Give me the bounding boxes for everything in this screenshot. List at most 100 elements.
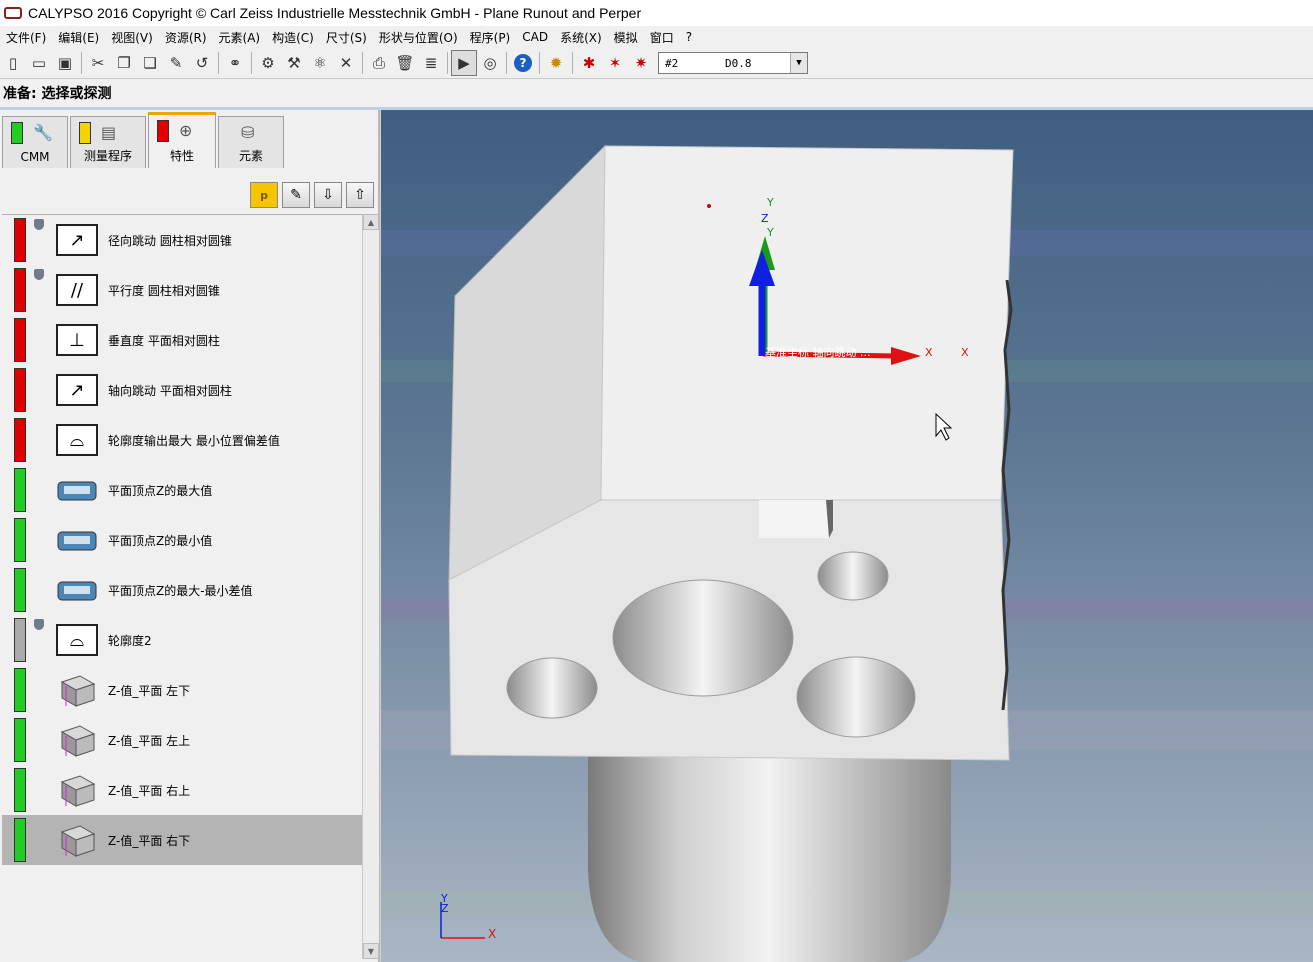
- new-icon[interactable]: ▯: [0, 50, 26, 76]
- menu-window[interactable]: 窗口: [644, 29, 680, 46]
- item-label: Z-值_平面 左下: [108, 683, 191, 698]
- probe-e-icon[interactable]: ✶: [602, 50, 628, 76]
- list-item[interactable]: ⊥ 垂直度 平面相对圆柱: [2, 315, 362, 365]
- save-icon[interactable]: ▣: [52, 50, 78, 76]
- tab-characteristics[interactable]: ⊕ 特性: [148, 112, 216, 168]
- stylus-icon[interactable]: ◎: [477, 50, 503, 76]
- window-title: CALYPSO 2016 Copyright © Carl Zeiss Indu…: [28, 5, 642, 21]
- probe-b-icon[interactable]: ⚒: [281, 50, 307, 76]
- status-flag: [157, 120, 169, 142]
- scroll-down-icon[interactable]: ▼: [363, 943, 379, 959]
- list-item[interactable]: ⌓ 轮廓度输出最大 最小位置偏差值: [2, 415, 362, 465]
- pencil-icon: ✎: [290, 187, 302, 203]
- tools-icon[interactable]: ✕: [333, 50, 359, 76]
- run-icon[interactable]: ▶: [451, 50, 477, 76]
- cut-icon[interactable]: ✂: [85, 50, 111, 76]
- list-scrollbar[interactable]: ▲ ▼: [362, 214, 379, 959]
- menu-file[interactable]: 文件(F): [0, 29, 52, 46]
- menu-construct[interactable]: 构造(C): [266, 29, 320, 46]
- move-down-button[interactable]: ⇩: [314, 182, 342, 208]
- shield-icon: [34, 219, 44, 230]
- cad-viewport[interactable]: Y Z Y 基准坐标 轴向跳动 ... X X X Y Z: [381, 110, 1313, 962]
- list-item[interactable]: ↗ 径向跳动 圆柱相对圆锥: [2, 215, 362, 265]
- menu-view[interactable]: 视图(V): [105, 29, 159, 46]
- move-up-button[interactable]: ⇧: [346, 182, 374, 208]
- menu-size[interactable]: 尺寸(S): [320, 29, 373, 46]
- list-item[interactable]: Z-值_平面 左下: [2, 665, 362, 715]
- toolbar-separator: [572, 52, 573, 74]
- perpendicularity-icon: ⊥: [56, 324, 98, 356]
- list-item[interactable]: Z-值_平面 右下: [2, 815, 362, 865]
- undo-icon[interactable]: ↺: [189, 50, 215, 76]
- z-value-plane-graphic: [60, 825, 96, 857]
- status-indicator: [14, 768, 26, 812]
- stylus-value: D0.8: [725, 56, 752, 70]
- z-value-plane-icon: [56, 774, 98, 807]
- list-item[interactable]: 平面顶点Z的最大值: [2, 465, 362, 515]
- list-item[interactable]: Z-值_平面 左上: [2, 715, 362, 765]
- menu-help[interactable]: ?: [680, 30, 698, 44]
- list-item[interactable]: 平面顶点Z的最小值: [2, 515, 362, 565]
- edit-button[interactable]: ✎: [282, 182, 310, 208]
- print-icon[interactable]: ⎙: [366, 50, 392, 76]
- binoculars-icon[interactable]: ⚭: [222, 50, 248, 76]
- tab-measurement-plan[interactable]: ▤ 测量程序: [70, 116, 146, 168]
- toolbar-separator: [362, 52, 363, 74]
- tab-features[interactable]: ⛁ 元素: [218, 116, 284, 168]
- list-item[interactable]: // 平行度 圆柱相对圆锥: [2, 265, 362, 315]
- menu-system[interactable]: 系统(X): [554, 29, 608, 46]
- tab-label: 特性: [169, 149, 194, 163]
- list-item[interactable]: Z-值_平面 右上: [2, 765, 362, 815]
- item-label: Z-值_平面 左上: [108, 733, 191, 748]
- toolbar-separator: [218, 52, 219, 74]
- open-icon[interactable]: ▭: [26, 50, 52, 76]
- scroll-up-icon[interactable]: ▲: [363, 214, 379, 230]
- status-indicator: [14, 418, 26, 462]
- chevron-down-icon[interactable]: ▼: [790, 53, 807, 73]
- characteristic-list: ↗ 径向跳动 圆柱相对圆锥 // 平行度 圆柱相对圆锥 ⊥ 垂直度 平面相对圆柱…: [2, 214, 362, 960]
- arrow-up-icon: ⇧: [354, 187, 366, 203]
- status-line: 准备: 选择或探测: [0, 79, 1313, 107]
- menu-edit[interactable]: 编辑(E): [52, 29, 105, 46]
- menu-resources[interactable]: 资源(R): [159, 29, 213, 46]
- z-value-plane-graphic: [60, 675, 96, 707]
- cad-scene[interactable]: Y Z Y 基准坐标 轴向跳动 ... X X X Y Z: [381, 110, 1313, 962]
- item-label: 垂直度 平面相对圆柱: [108, 333, 220, 348]
- probe-stylus-select[interactable]: #2 D0.8 ▼: [658, 52, 808, 74]
- status-indicator: [14, 368, 26, 412]
- shield-icon: [34, 269, 44, 280]
- toolbar: ▯ ▭ ▣ ✂ ❐ ❏ ✎ ↺ ⚭ ⚙ ⚒ ⚛ ✕ ⎙ 🗑 ≣ ▶ ◎ ? ✹ …: [0, 48, 1313, 79]
- menu-cad[interactable]: CAD: [516, 30, 554, 44]
- menu-program[interactable]: 程序(P): [464, 29, 517, 46]
- menu-bar: 文件(F) 编辑(E) 视图(V) 资源(R) 元素(A) 构造(C) 尺寸(S…: [0, 26, 1313, 48]
- probe-f-icon[interactable]: ✷: [628, 50, 654, 76]
- copy-icon[interactable]: ❐: [111, 50, 137, 76]
- item-label: 平面顶点Z的最大值: [108, 483, 213, 498]
- probe-d-icon[interactable]: ✱: [576, 50, 602, 76]
- part-notch: [759, 500, 829, 538]
- brush-icon[interactable]: ✎: [163, 50, 189, 76]
- formula-icon-graphic: [57, 531, 97, 551]
- report-icon[interactable]: ≣: [418, 50, 444, 76]
- right-bore: [796, 656, 916, 738]
- probe-a-icon[interactable]: ⚙: [255, 50, 281, 76]
- paste-icon[interactable]: ❏: [137, 50, 163, 76]
- help-icon[interactable]: ?: [510, 50, 536, 76]
- z-value-plane-graphic: [60, 725, 96, 757]
- list-item[interactable]: 平面顶点Z的最大-最小差值: [2, 565, 362, 615]
- probe-c-icon[interactable]: ⚛: [307, 50, 333, 76]
- list-item[interactable]: ⌓ 轮廓度2: [2, 615, 362, 665]
- status-indicator: [14, 718, 26, 762]
- item-label: 轴向跳动 平面相对圆柱: [108, 383, 232, 398]
- menu-simulate[interactable]: 模拟: [608, 29, 644, 46]
- menu-form-position[interactable]: 形状与位置(O): [373, 29, 464, 46]
- delete-icon[interactable]: 🗑: [392, 50, 418, 76]
- formula-icon: [56, 574, 98, 606]
- tab-label: CMM: [20, 150, 50, 164]
- p-button[interactable]: p: [250, 182, 278, 208]
- setup-icon[interactable]: ✹: [543, 50, 569, 76]
- menu-elements[interactable]: 元素(A): [213, 29, 267, 46]
- tab-cmm[interactable]: 🔧 CMM: [2, 116, 68, 168]
- axial-runout-icon: ↗: [56, 374, 98, 406]
- list-item[interactable]: ↗ 轴向跳动 平面相对圆柱: [2, 365, 362, 415]
